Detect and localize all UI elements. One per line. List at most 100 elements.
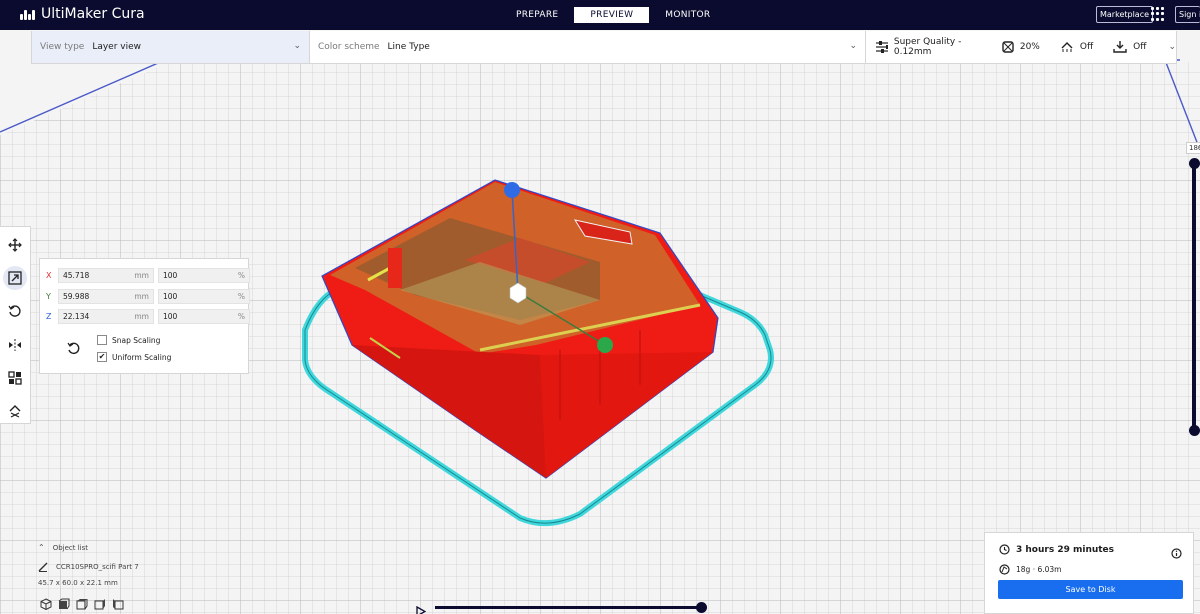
support-setting: Off [1060,41,1093,53]
object-list-toggle[interactable]: ⌃ Object list [38,543,139,552]
y-percent-input[interactable]: 100 % [158,289,250,304]
color-scheme-dropdown[interactable]: Color scheme Line Type ⌄ [310,31,866,63]
adhesion-setting: Off [1113,41,1146,53]
app-title: UltiMaker Cura [41,6,145,22]
uniform-scaling-checkbox[interactable]: ✔ [97,352,107,362]
z-mm-input[interactable]: 22.134 mm [58,309,154,324]
reset-icon [67,342,80,355]
move-icon [8,237,22,252]
layer-slider-top-handle[interactable] [1189,158,1200,169]
material-usage: 18g · 6.03m [1016,565,1062,574]
x-mm-input[interactable]: 45.718 mm [58,268,154,283]
x-percent-input[interactable]: 100 % [158,268,250,283]
camera-view-buttons [40,598,124,610]
mirror-tool[interactable] [3,333,27,356]
print-settings-button[interactable]: Super Quality - 0.12mm 20% Off Off ⌄ [866,31,1176,63]
left-view-icon[interactable] [94,598,106,610]
move-tool[interactable] [3,233,27,256]
color-scheme-value: Line Type [387,42,430,52]
axis-z-label: Z [46,312,52,321]
z-percent-input[interactable]: 100 % [158,309,250,324]
path-slider-handle[interactable] [696,602,707,613]
object-list-title: Object list [52,543,89,552]
chevron-down-icon: ⌄ [849,41,857,51]
axis-y-label: Y [46,292,51,301]
support-blocker-tool[interactable] [3,400,27,423]
info-icon [1171,548,1182,559]
axis-x-label: X [46,271,52,280]
support-blocker-icon [9,405,21,418]
mirror-icon [9,338,21,351]
z-mm-unit: mm [134,312,149,321]
view-type-label: View type [40,42,85,52]
print-info-panel: 3 hours 29 minutes 18g · 6.03m Save to D… [984,532,1194,614]
tab-prepare[interactable]: PREPARE [500,7,574,23]
scale-tool[interactable] [3,266,27,290]
adhesion-value: Off [1133,42,1147,52]
y-percent-value: 100 [163,292,178,301]
layer-slider-track[interactable] [1192,163,1196,431]
x-mm-value: 45.718 [63,271,90,280]
print-time-row: 3 hours 29 minutes [999,544,1114,555]
object-list: ⌃ Object list CCR10SPRO_scifi Part 7 45.… [38,543,139,587]
tab-preview[interactable]: PREVIEW [574,7,650,23]
ultimaker-logo-icon [20,8,35,20]
infill-icon [1002,41,1014,53]
play-button[interactable] [416,602,427,614]
z-percent-unit: % [237,312,245,321]
y-mm-input[interactable]: 59.988 mm [58,289,154,304]
tool-sidebar [0,226,31,424]
top-header: UltiMaker Cura PREPARE PREVIEW MONITOR M… [0,0,1200,30]
view-type-value: Layer view [92,42,142,52]
marketplace-button[interactable]: Marketplace [1096,6,1154,23]
top-view-icon[interactable] [76,598,88,610]
snap-scaling-checkbox[interactable] [97,335,107,345]
stage-tabs: PREPARE PREVIEW MONITOR [500,7,726,23]
x-percent-value: 100 [163,271,178,280]
sign-in-button[interactable]: Sign in [1175,6,1200,23]
x-percent-unit: % [237,271,245,280]
print-details-button[interactable] [1171,544,1182,563]
y-mm-unit: mm [134,292,149,301]
reset-scale-button[interactable] [66,341,80,357]
per-model-settings-tool[interactable] [3,366,27,389]
sliders-icon [876,41,888,53]
3d-view-icon[interactable] [40,598,52,610]
layer-number-input[interactable]: 186 [1186,142,1200,154]
infill-setting: 20% [1002,41,1040,53]
play-icon [416,605,427,614]
x-mm-unit: mm [134,271,149,280]
per-model-settings-icon [8,371,22,385]
apps-grid-icon[interactable] [1151,7,1165,21]
uniform-scaling-row[interactable]: ✔ Uniform Scaling [97,352,171,362]
y-axis-handle [597,337,613,353]
tab-monitor[interactable]: MONITOR [649,7,726,23]
rotate-tool[interactable] [3,300,27,323]
color-scheme-label: Color scheme [318,42,380,52]
quality-label: Super Quality - 0.12mm [893,37,962,57]
snap-scaling-row[interactable]: Snap Scaling [97,335,160,345]
scale-icon [8,271,22,285]
view-options-bar: View type Layer view ⌄ Color scheme Line… [31,31,1177,64]
chevron-up-icon: ⌃ [38,543,45,552]
print-time: 3 hours 29 minutes [1016,544,1115,555]
view-type-dropdown[interactable]: View type Layer view ⌄ [32,31,310,63]
snap-scaling-label: Snap Scaling [112,335,161,345]
path-slider-track[interactable] [435,606,703,609]
pencil-icon [38,562,48,572]
y-percent-unit: % [237,292,245,301]
layer-slider-bottom-handle[interactable] [1189,425,1200,436]
material-usage-row: 18g · 6.03m [999,564,1061,575]
front-view-icon[interactable] [58,598,70,610]
object-list-item[interactable]: CCR10SPRO_scifi Part 7 [38,562,139,572]
object-name: CCR10SPRO_scifi Part 7 [56,563,139,571]
clock-icon [999,544,1010,555]
right-view-icon[interactable] [112,598,124,610]
chevron-down-icon: ⌄ [293,41,301,51]
chevron-down-icon: ⌄ [1168,42,1176,52]
object-dimensions: 45.7 x 60.0 x 22.1 mm [38,579,118,587]
scale-row-z: Z 22.134 mm 100 % [46,309,250,324]
save-to-disk-button[interactable]: Save to Disk [998,580,1183,599]
scale-panel: X 45.718 mm 100 % Y 59.988 mm 100 % Z 22… [39,258,250,374]
scale-row-x: X 45.718 mm 100 % [46,268,250,283]
